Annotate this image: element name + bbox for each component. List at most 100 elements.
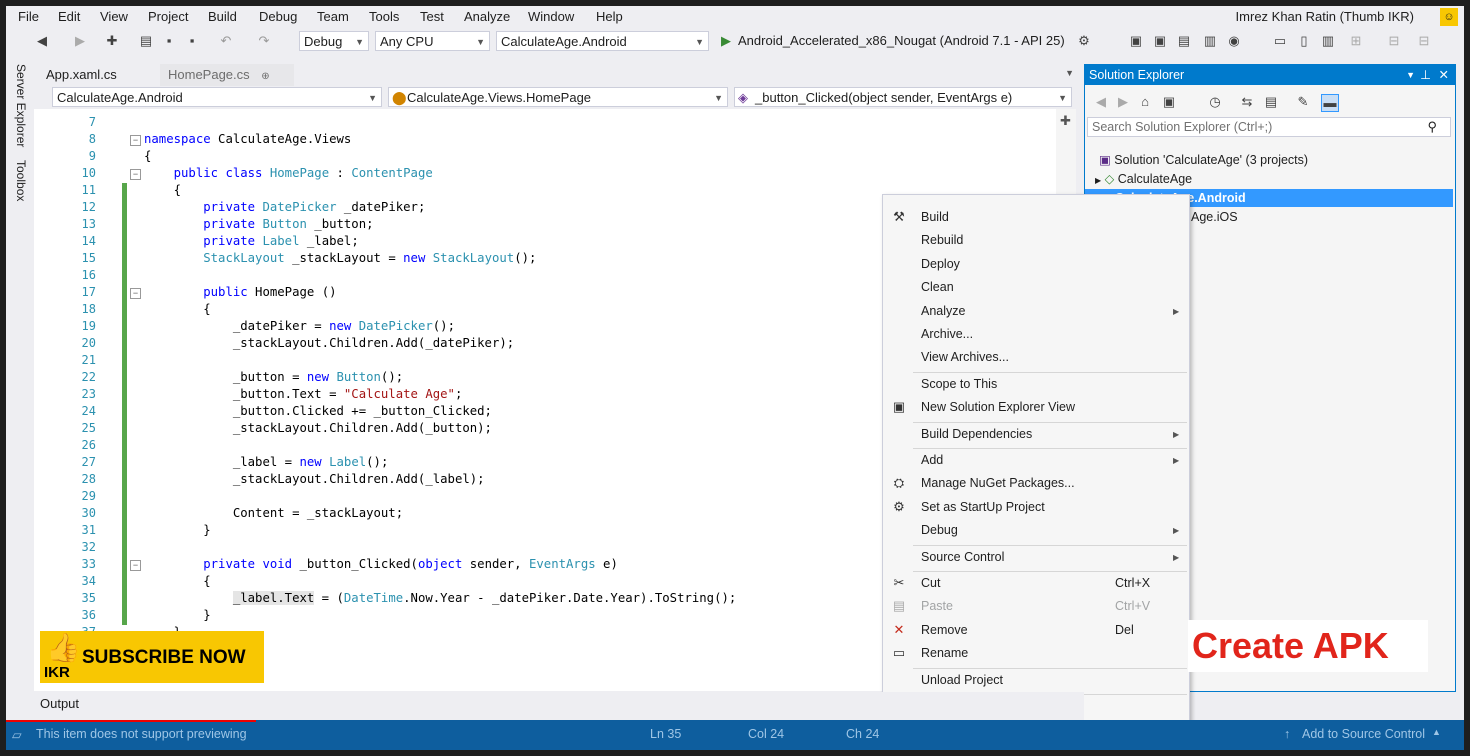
code-line[interactable]: }	[144, 608, 210, 622]
home-icon[interactable]: ⌂	[1137, 94, 1153, 110]
menu-analyze[interactable]: Analyze	[464, 9, 510, 24]
sync-icon[interactable]: ⇆	[1239, 94, 1255, 110]
code-line[interactable]: private void _button_Clicked(object send…	[144, 557, 618, 571]
expand-icon[interactable]: ▶	[1095, 176, 1101, 185]
switch-views-icon[interactable]: ▣	[1161, 94, 1177, 110]
context-menu: ⚒ Build Rebuild Deploy Clean Analyze ▶ Archive.…	[882, 194, 1190, 750]
monitor-icon[interactable]: ▭	[1272, 33, 1288, 49]
code-line[interactable]: }	[144, 523, 210, 537]
split-icon[interactable]: ✚	[1060, 113, 1071, 129]
project-node-ios[interactable]: Age.iOS	[1191, 208, 1238, 226]
member-nav-dropdown[interactable]: ◈ _button_Clicked(object sender, EventArg…	[734, 87, 1072, 107]
code-line[interactable]: Content = _stackLayout;	[144, 506, 403, 520]
fold-icon[interactable]: −	[130, 288, 141, 299]
save-all-icon[interactable]: ▪	[184, 33, 200, 49]
toolbar-icon-a[interactable]: ▣	[1128, 33, 1144, 49]
toolbar-icon-i[interactable]: ⊟	[1386, 33, 1402, 49]
code-line[interactable]: private Button _button;	[144, 217, 373, 231]
pending-changes-icon[interactable]: ◷	[1207, 94, 1223, 110]
code-line[interactable]: {	[144, 183, 181, 197]
config-dropdown[interactable]: Debug ▼	[299, 31, 369, 51]
add-to-source-control-button[interactable]: Add to Source Control	[1302, 727, 1425, 741]
code-line[interactable]: _button = new Button();	[144, 370, 403, 384]
startup-project-dropdown[interactable]: CalculateAge.Android ▼	[496, 31, 709, 51]
toolbar-icon-j[interactable]: ⊟	[1416, 33, 1432, 49]
toolbar-icon-b[interactable]: ▣	[1152, 33, 1168, 49]
code-line[interactable]: private Label _label;	[144, 234, 359, 248]
toolbar-icon-f[interactable]: ▯	[1296, 33, 1312, 49]
tab-app-xaml[interactable]: App.xaml.cs	[38, 64, 158, 86]
toolbar-icon-d[interactable]: ▥	[1202, 33, 1218, 49]
code-line[interactable]: _label = new Label();	[144, 455, 389, 469]
code-line[interactable]: {	[144, 149, 151, 163]
close-icon[interactable]: ✕	[1439, 65, 1449, 85]
menu-tools[interactable]: Tools	[369, 9, 399, 24]
code-line[interactable]: _stackLayout.Children.Add(_button);	[144, 421, 492, 435]
solution-node[interactable]: ▣ Solution 'CalculateAge' (3 projects)	[1099, 151, 1308, 169]
collapse-all-icon[interactable]: ▤	[1263, 94, 1279, 110]
output-tab[interactable]: Output	[40, 696, 79, 711]
open-icon[interactable]: ▤	[138, 33, 154, 49]
menu-view[interactable]: View	[100, 9, 128, 24]
save-icon[interactable]: ▪	[161, 33, 177, 49]
forward-icon[interactable]: ▶	[1115, 94, 1131, 110]
menu-edit[interactable]: Edit	[58, 9, 80, 24]
code-line[interactable]: StackLayout _stackLayout = new StackLayo…	[144, 251, 536, 265]
code-line[interactable]: private DatePicker _datePiker;	[144, 200, 425, 214]
fold-icon[interactable]: −	[130, 135, 141, 146]
toolbar-icon-h[interactable]: ⊞	[1348, 33, 1364, 49]
server-explorer-tab[interactable]: Server Explorer	[14, 64, 28, 147]
menu-help[interactable]: Help	[596, 9, 623, 24]
pin-icon[interactable]: ⊥	[1420, 65, 1431, 85]
code-line[interactable]: {	[144, 302, 210, 316]
forward-icon[interactable]: ▶	[72, 33, 88, 49]
menu-team[interactable]: Team	[317, 9, 349, 24]
code-line[interactable]: public HomePage ()	[144, 285, 336, 299]
run-icon[interactable]: ▶	[718, 33, 734, 49]
feedback-icon[interactable]: ☺	[1440, 8, 1458, 26]
code-line[interactable]: {	[144, 574, 210, 588]
search-icon[interactable]: ⚲	[1427, 119, 1437, 135]
dropdown-icon[interactable]: ▼	[1406, 65, 1415, 85]
pin-icon[interactable]: ⊕	[261, 71, 269, 82]
menu-window[interactable]: Window	[528, 9, 574, 24]
code-line[interactable]: _label.Text = (DateTime.Now.Year - _date…	[144, 591, 736, 605]
properties-icon[interactable]: ✎	[1295, 94, 1311, 110]
back-icon[interactable]: ◀	[1093, 94, 1109, 110]
code-line[interactable]: _button.Clicked += _button_Clicked;	[144, 404, 492, 418]
project-node-calculateage[interactable]: ▶ ◇ CalculateAge	[1095, 170, 1192, 188]
type-nav-dropdown[interactable]: ⬤ CalculateAge.Views.HomePage ▼	[388, 87, 728, 107]
subscribe-banner[interactable]: 👍 SUBSCRIBE NOW IKR	[40, 631, 264, 683]
tab-homepage[interactable]: HomePage.cs ⊕ ✕	[160, 64, 294, 106]
code-line[interactable]: _datePiker = new DatePicker();	[144, 319, 455, 333]
platform-dropdown[interactable]: Any CPU ▼	[375, 31, 490, 51]
run-target-button[interactable]: Android_Accelerated_x86_Nougat (Android …	[738, 33, 1065, 48]
back-icon[interactable]: ◀	[34, 33, 50, 49]
code-line[interactable]: public class HomePage : ContentPage	[144, 166, 433, 180]
menu-test[interactable]: Test	[420, 9, 444, 24]
account-name[interactable]: Imrez Khan Ratin (Thumb IKR)	[1236, 9, 1414, 24]
preview-icon[interactable]: ▬	[1321, 94, 1339, 112]
menu-build[interactable]: Build	[208, 9, 237, 24]
menu-project[interactable]: Project	[148, 9, 188, 24]
device-icon[interactable]: ⚙	[1076, 33, 1092, 49]
solution-search-input[interactable]: Search Solution Explorer (Ctrl+;)	[1087, 117, 1451, 137]
code-line[interactable]: _stackLayout.Children.Add(_datePiker);	[144, 336, 514, 350]
chevron-up-icon[interactable]: ▲	[1432, 727, 1441, 737]
toolbar-icon-e[interactable]: ◉	[1226, 33, 1242, 49]
tab-overflow-icon[interactable]: ▼	[1065, 68, 1074, 78]
redo-icon[interactable]: ↷	[256, 33, 272, 49]
code-line[interactable]: _stackLayout.Children.Add(_label);	[144, 472, 485, 486]
fold-icon[interactable]: −	[130, 560, 141, 571]
fold-icon[interactable]: −	[130, 169, 141, 180]
code-line[interactable]: namespace CalculateAge.Views	[144, 132, 351, 146]
undo-icon[interactable]: ↶	[218, 33, 234, 49]
menu-debug[interactable]: Debug	[259, 9, 297, 24]
new-project-icon[interactable]: ✚	[104, 33, 120, 49]
toolbar-icon-c[interactable]: ▤	[1176, 33, 1192, 49]
code-line[interactable]: _button.Text = "Calculate Age";	[144, 387, 463, 401]
menu-file[interactable]: File	[18, 9, 39, 24]
toolbar-icon-g[interactable]: ▥	[1320, 33, 1336, 49]
project-nav-dropdown[interactable]: CalculateAge.Android ▼	[52, 87, 382, 107]
toolbox-tab[interactable]: Toolbox	[14, 160, 28, 201]
